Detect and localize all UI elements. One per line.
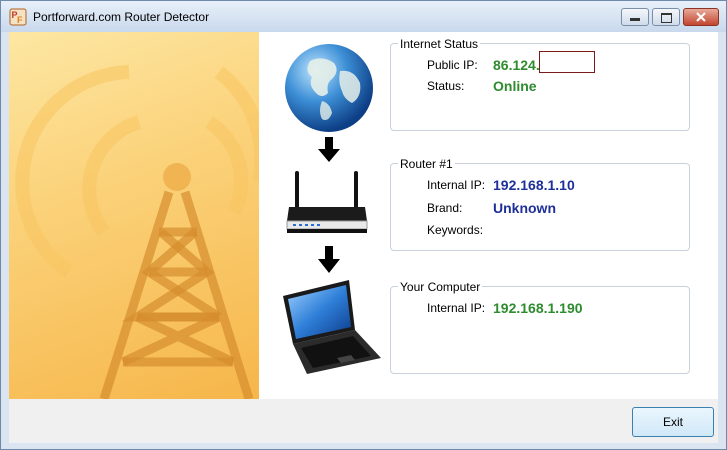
status-label: Status: [427,79,465,93]
brand-label: Brand: [427,201,463,215]
internet-status-title: Internet Status [398,37,481,51]
redacted-ip-box [539,51,595,73]
router-icon [286,171,368,233]
close-button[interactable] [683,8,719,26]
public-ip-value: 86.124. [493,57,540,73]
laptop-icon [283,280,381,374]
keywords-label: Keywords: [427,223,484,237]
footer-bar: Exit [9,399,718,443]
computer-title: Your Computer [398,280,483,294]
tower-banner-image [9,32,259,399]
globe-icon [285,44,373,132]
internet-status-group: Internet Status Public IP: 86.124. Statu… [390,37,690,131]
arrow-down-icon [318,137,340,162]
arrow-down-icon [318,246,340,273]
svg-text:F: F [17,15,23,25]
computer-group: Your Computer Internal IP: 192.168.1.190 [390,280,690,374]
router-title: Router #1 [398,157,455,171]
main-content: Internet Status Public IP: 86.124. Statu… [9,32,718,399]
radio-tower-icon [15,65,259,399]
minimize-button[interactable] [621,8,649,26]
router-internal-ip-value: 192.168.1.10 [493,177,575,193]
public-ip-label: Public IP: [427,58,478,72]
app-window: P F Portforward.com Router Detector Inte… [0,0,727,450]
computer-internal-ip-label: Internal IP: [427,301,486,315]
computer-internal-ip-value: 192.168.1.190 [493,300,583,316]
app-logo-icon: P F [9,8,27,26]
maximize-icon [660,13,672,23]
router-group: Router #1 Internal IP: 192.168.1.10 Bran… [390,157,690,251]
close-icon [696,12,706,22]
brand-value: Unknown [493,200,556,216]
minimize-icon [630,18,640,21]
router-internal-ip-label: Internal IP: [427,178,486,192]
status-value: Online [493,78,537,94]
window-title: Portforward.com Router Detector [33,10,210,24]
maximize-button[interactable] [652,8,680,26]
exit-button[interactable]: Exit [632,407,714,437]
title-bar[interactable]: P F Portforward.com Router Detector [1,1,726,32]
